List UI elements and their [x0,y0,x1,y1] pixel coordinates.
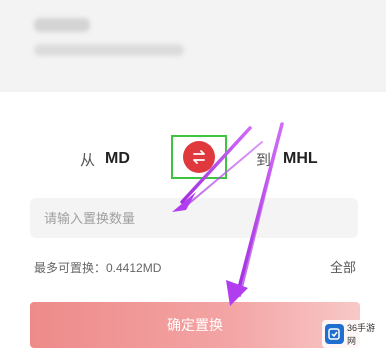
swap-direction-button[interactable] [171,135,227,179]
blurred-subtitle [34,44,184,56]
swap-amount-input[interactable] [30,198,358,238]
blurred-title [34,18,90,32]
to-asset-row: 到 MHL [256,145,318,173]
watermark-text: 36手游网 [346,323,375,346]
to-label: 到 [256,151,272,169]
max-swap-amount: 最多可置换：0.4412MD [34,261,162,275]
from-asset-name: MD [105,150,130,167]
to-asset-name: MHL [283,150,318,167]
from-asset-row: 从 MD [80,145,130,173]
all-amount-button[interactable]: 全部 [330,257,356,276]
confirm-swap-button[interactable]: 确定置换 [30,302,360,348]
swap-arrows-icon [183,141,215,173]
watermark-logo-icon [325,324,344,344]
account-header [0,0,386,92]
site-watermark: 36手游网 [322,320,382,348]
from-label: 从 [80,151,96,169]
